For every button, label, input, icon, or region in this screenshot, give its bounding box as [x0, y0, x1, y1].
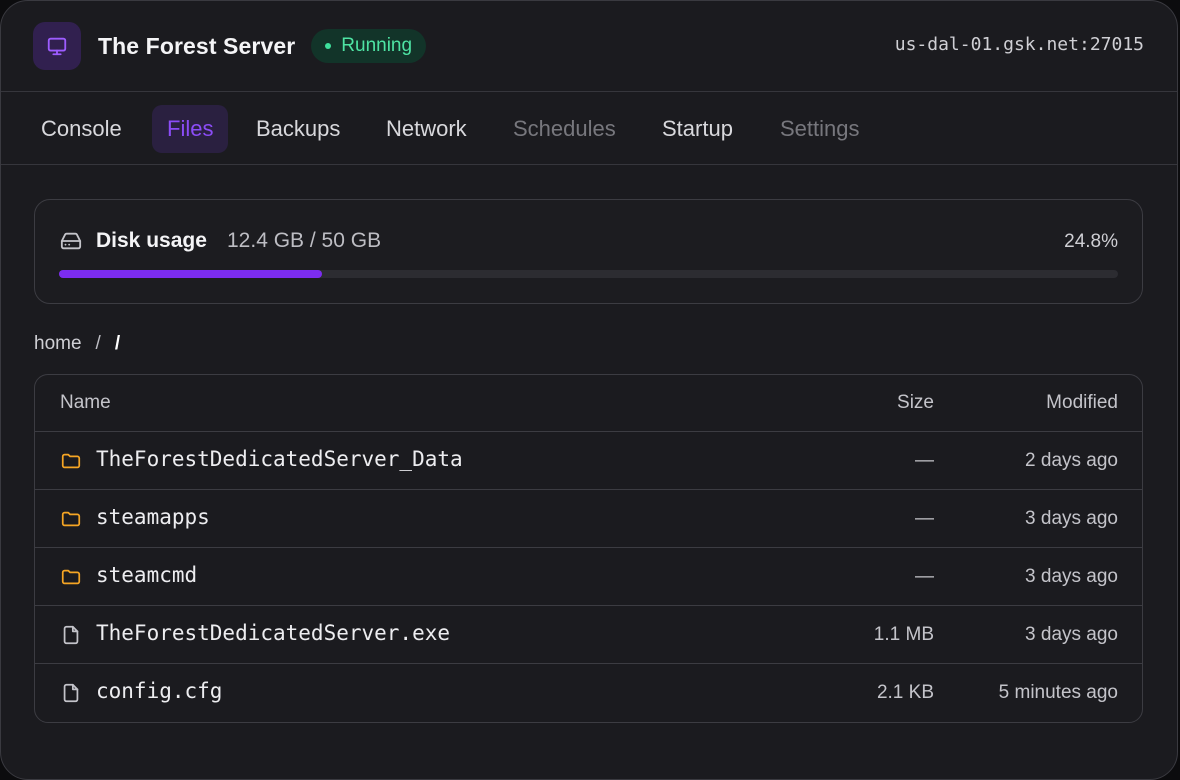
breadcrumb-home[interactable]: home	[34, 333, 82, 355]
file-modified: 5 minutes ago	[998, 682, 1118, 703]
file-name[interactable]: config.cfg	[96, 679, 814, 703]
file-size: 1.1 MB	[873, 623, 934, 645]
file-table-header: Name Size Modified	[35, 375, 1142, 432]
file-size: 2.1 KB	[876, 682, 934, 703]
file-name[interactable]: steamapps	[96, 505, 814, 529]
table-row[interactable]: config.cfg 2.1 KB 5 minutes ago	[35, 664, 1142, 722]
monitor-icon	[33, 22, 81, 70]
folder-icon	[60, 566, 82, 588]
status-badge: Running	[311, 29, 427, 63]
file-size: —	[915, 507, 934, 529]
column-size[interactable]: Size	[814, 392, 934, 414]
file-name[interactable]: steamcmd	[96, 563, 814, 587]
column-modified[interactable]: Modified	[934, 392, 1118, 414]
server-header: The Forest Server Running us-dal-01.gsk.…	[1, 1, 1177, 92]
breadcrumb: home / /	[34, 332, 1143, 356]
disk-usage-amount: 12.4 GB / 50 GB	[227, 229, 382, 252]
tab-schedules: Schedules	[513, 116, 616, 141]
file-size: —	[915, 565, 934, 587]
disk-usage-bar-fill	[59, 270, 322, 278]
breadcrumb-current: /	[114, 333, 121, 354]
server-address[interactable]: us-dal-01.gsk.net:27015	[895, 34, 1144, 55]
folder-icon	[60, 508, 82, 530]
server-panel: The Forest Server Running us-dal-01.gsk.…	[0, 0, 1178, 780]
files-content: Disk usage 12.4 GB / 50 GB 24.8% home / …	[1, 199, 1177, 723]
tab-backups[interactable]: Backups	[241, 105, 355, 153]
table-row[interactable]: steamapps — 3 days ago	[35, 490, 1142, 548]
file-name[interactable]: TheForestDedicatedServer_Data	[96, 447, 814, 471]
table-row[interactable]: TheForestDedicatedServer_Data — 2 days ago	[35, 432, 1142, 490]
tab-settings: Settings	[780, 116, 860, 141]
status-label: Running	[341, 35, 413, 56]
tab-files[interactable]: Files	[152, 105, 229, 153]
table-row[interactable]: steamcmd — 3 days ago	[35, 548, 1142, 606]
tab-startup[interactable]: Startup	[647, 105, 748, 153]
file-size: —	[915, 449, 934, 471]
server-title: The Forest Server	[98, 32, 296, 59]
status-dot-icon	[325, 43, 332, 49]
disk-usage-label: Disk usage	[96, 229, 207, 252]
file-modified: 3 days ago	[1025, 565, 1118, 587]
file-modified: 3 days ago	[1025, 623, 1118, 645]
tab-console[interactable]: Console	[26, 105, 137, 153]
tab-bar: Console Files Backups Network Schedules …	[1, 92, 1177, 165]
file-name[interactable]: TheForestDedicatedServer.exe	[96, 621, 814, 645]
file-icon	[60, 624, 82, 646]
disk-usage-percent: 24.8%	[1064, 231, 1118, 252]
disk-usage-card: Disk usage 12.4 GB / 50 GB 24.8%	[34, 199, 1143, 304]
breadcrumb-separator: /	[95, 333, 101, 354]
folder-icon	[60, 450, 82, 472]
column-name[interactable]: Name	[60, 392, 814, 414]
table-row[interactable]: TheForestDedicatedServer.exe 1.1 MB 3 days…	[35, 606, 1142, 664]
file-modified: 3 days ago	[1025, 507, 1118, 529]
file-modified: 2 days ago	[1025, 449, 1118, 471]
file-icon	[60, 682, 82, 704]
tab-network[interactable]: Network	[371, 105, 482, 153]
file-table: Name Size Modified TheForestDedicatedSer…	[34, 374, 1143, 723]
hard-drive-icon	[60, 230, 82, 257]
disk-usage-bar	[59, 270, 1118, 278]
